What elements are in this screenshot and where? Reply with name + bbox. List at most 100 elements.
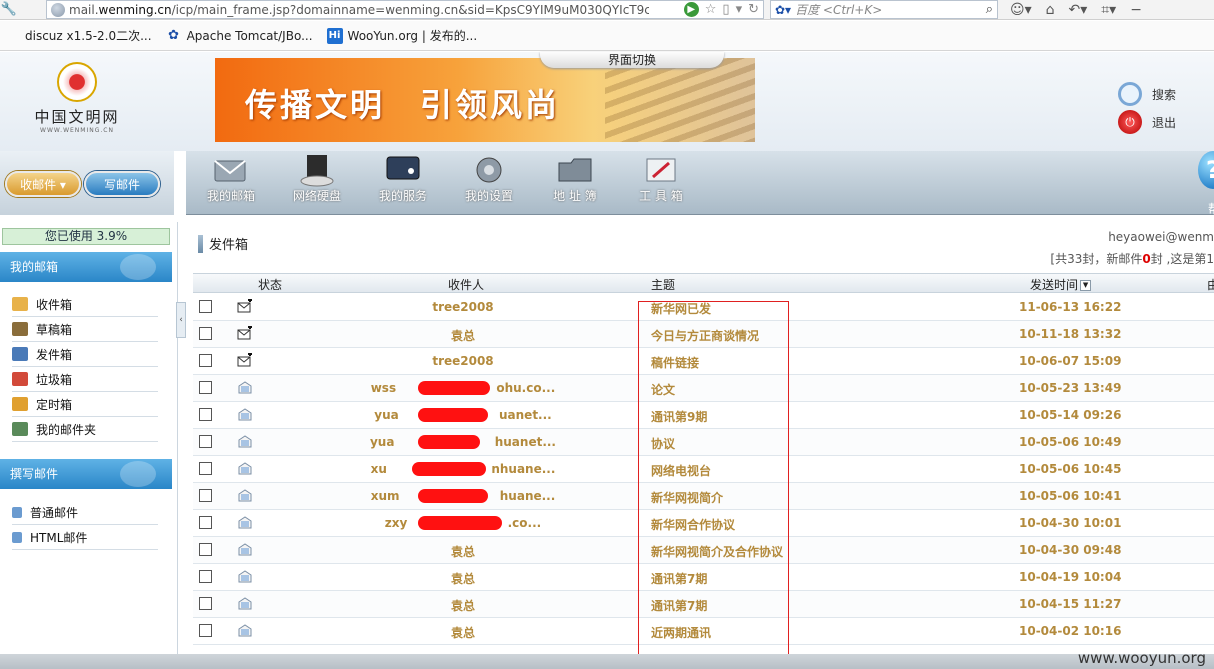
row-checkbox[interactable] [199,543,212,556]
crop-icon[interactable]: ⌗▾ [1101,2,1116,18]
subject-cell[interactable]: 通讯第7期 [651,597,707,614]
wrench-icon[interactable]: 🔧 [0,2,18,17]
home-icon[interactable]: ⌂ [1046,2,1055,18]
recipient-cell[interactable]: 袁总 [283,327,643,344]
folder-outbox[interactable]: 发件箱 [12,342,158,367]
row-checkbox[interactable] [199,489,212,502]
help-label[interactable]: 帮 [1208,200,1214,217]
table-row[interactable]: 袁总 新华网视简介及合作协议 10-04-30 09:48 [193,537,1214,564]
sidebar-collapse-handle[interactable]: ‹ [176,302,186,338]
undo-icon[interactable]: ↶▾ [1069,2,1088,18]
search-icon[interactable]: ⌕ [986,2,993,17]
col-sent-time[interactable]: 发送时间 ▼ [1030,276,1092,293]
browser-search-box[interactable]: ✿▾ 百度 <Ctrl+K> ⌕ [770,0,998,19]
row-checkbox[interactable] [199,597,212,610]
table-row[interactable]: yua huanet... 协议 10-05-06 10:49 [193,429,1214,456]
star-icon[interactable]: ☆ [705,2,717,17]
subject-cell[interactable]: 新华网视简介及合作协议 [651,543,783,560]
subject-cell[interactable]: 近两期通讯 [651,624,711,641]
row-checkbox[interactable] [199,462,212,475]
table-row[interactable]: tree2008 稿件链接 10-06-07 15:09 [193,348,1214,375]
subject-cell[interactable]: 新华网视简介 [651,489,723,506]
folder-inbox[interactable]: 收件箱 [12,292,158,317]
url-text[interactable]: mail.wenming.cn/icp/main_frame.jsp?domai… [69,3,649,17]
table-row[interactable]: wss ohu.co... 论文 10-05-23 13:49 [193,375,1214,402]
folder-timer[interactable]: 定时箱 [12,392,158,417]
recipient-cell[interactable]: 袁总 [283,624,643,641]
nav-tab-settings[interactable]: 我的设置 [450,151,528,215]
compose-plain-mail[interactable]: 普通邮件 [12,500,158,525]
address-book-icon [555,153,595,187]
table-row[interactable]: 袁总 近两期通讯 10-04-02 10:16 [193,618,1214,645]
table-row[interactable]: xum huane... 新华网视简介 10-05-06 10:41 [193,483,1214,510]
sort-icon[interactable]: ▼ [1080,280,1092,291]
table-row[interactable]: 袁总 通讯第7期 10-04-19 10:04 [193,564,1214,591]
subject-cell[interactable]: 网络电视台 [651,462,711,479]
subject-cell[interactable]: 协议 [651,435,675,452]
refresh-icon[interactable]: ↻ [748,2,759,17]
folder-folder[interactable]: 我的邮件夹 [12,417,158,442]
logout-link[interactable]: ⏻ 退出 [1118,108,1176,136]
subject-cell[interactable]: 今日与方正商谈情况 [651,327,759,344]
bookmark-tomcat[interactable]: ✿ Apache Tomcat/JBo... [166,28,312,44]
row-checkbox[interactable] [199,516,212,529]
time-cell: 10-05-14 09:26 [1019,408,1122,422]
col-extra[interactable]: 由 [1207,276,1214,293]
row-checkbox[interactable] [199,327,212,340]
nav-tab-service[interactable]: 我的服务 [364,151,442,215]
help-icon[interactable]: ? [1198,151,1214,189]
row-checkbox[interactable] [199,354,212,367]
receive-mail-button[interactable]: 收邮件 ▾ [5,171,81,197]
subject-cell[interactable]: 新华网合作协议 [651,516,735,533]
site-logo[interactable]: 中国文明网 WWW.WENMING.CN [22,62,132,147]
search-link[interactable]: 搜索 [1118,80,1176,108]
table-row[interactable]: yua uanet... 通讯第9期 10-05-14 09:26 [193,402,1214,429]
compose-html-mail[interactable]: HTML邮件 [12,525,158,550]
nav-tab-mailbox[interactable]: 我的邮箱 [192,151,270,215]
row-checkbox[interactable] [199,381,212,394]
my-mailbox-header[interactable]: 我的邮箱 [0,252,172,282]
subject-cell[interactable]: 论文 [651,381,675,398]
bookmark-wooyun[interactable]: Hi WooYun.org | 发布的... [326,27,477,44]
row-checkbox[interactable] [199,435,212,448]
recipient-cell[interactable]: tree2008 [283,354,643,368]
table-row[interactable]: zxy .co... 新华网合作协议 10-04-30 10:01 [193,510,1214,537]
col-status[interactable]: 状态 [258,276,282,293]
nav-tab-toolbox[interactable]: 工 具 箱 [622,151,700,215]
nav-tab-disk[interactable]: 网络硬盘 [278,151,356,215]
col-recipient[interactable]: 收件人 [448,276,484,293]
table-row[interactable]: 袁总 今日与方正商谈情况 10-11-18 13:32 [193,321,1214,348]
subject-cell[interactable]: 通讯第9期 [651,408,707,425]
table-row[interactable]: 袁总 通讯第7期 10-04-15 11:27 [193,591,1214,618]
recipient-cell[interactable]: 袁总 [283,597,643,614]
extension-icon[interactable]: ☺▾ [1010,2,1032,18]
write-mail-button[interactable]: 写邮件 [84,171,160,197]
phone-icon[interactable]: ▯ [722,2,729,17]
folder-draft[interactable]: 草稿箱 [12,317,158,342]
settings-icon [469,153,509,187]
row-checkbox[interactable] [199,624,212,637]
recipient-cell[interactable]: tree2008 [283,300,643,314]
row-checkbox[interactable] [199,570,212,583]
sent-mail-icon [237,407,253,422]
row-checkbox[interactable] [199,300,212,313]
recipient-cell[interactable]: 袁总 [283,570,643,587]
dropdown-icon[interactable]: ▾ [736,2,743,17]
folder-trash[interactable]: 垃圾箱 [12,367,158,392]
minus-icon[interactable]: − [1130,2,1142,18]
subject-cell[interactable]: 通讯第7期 [651,570,707,587]
redaction-mark [418,516,502,530]
table-row[interactable]: tree2008 新华网已发 11-06-13 16:22 [193,294,1214,321]
interface-switch-tab[interactable]: 界面切换 [540,52,724,68]
recipient-cell[interactable]: 袁总 [283,543,643,560]
subject-cell[interactable]: 新华网已发 [651,300,711,317]
col-subject[interactable]: 主题 [651,276,675,293]
table-row[interactable]: xu nhuane... 网络电视台 10-05-06 10:45 [193,456,1214,483]
bookmark-discuz[interactable]: discuz x1.5-2.0二次... [4,27,152,44]
nav-tab-address-book[interactable]: 地 址 簿 [536,151,614,215]
subject-cell[interactable]: 稿件链接 [651,354,699,371]
compose-header[interactable]: 撰写邮件 [0,459,172,489]
address-bar[interactable]: mail.wenming.cn/icp/main_frame.jsp?domai… [46,0,764,19]
row-checkbox[interactable] [199,408,212,421]
go-icon[interactable]: ▶ [683,2,699,17]
